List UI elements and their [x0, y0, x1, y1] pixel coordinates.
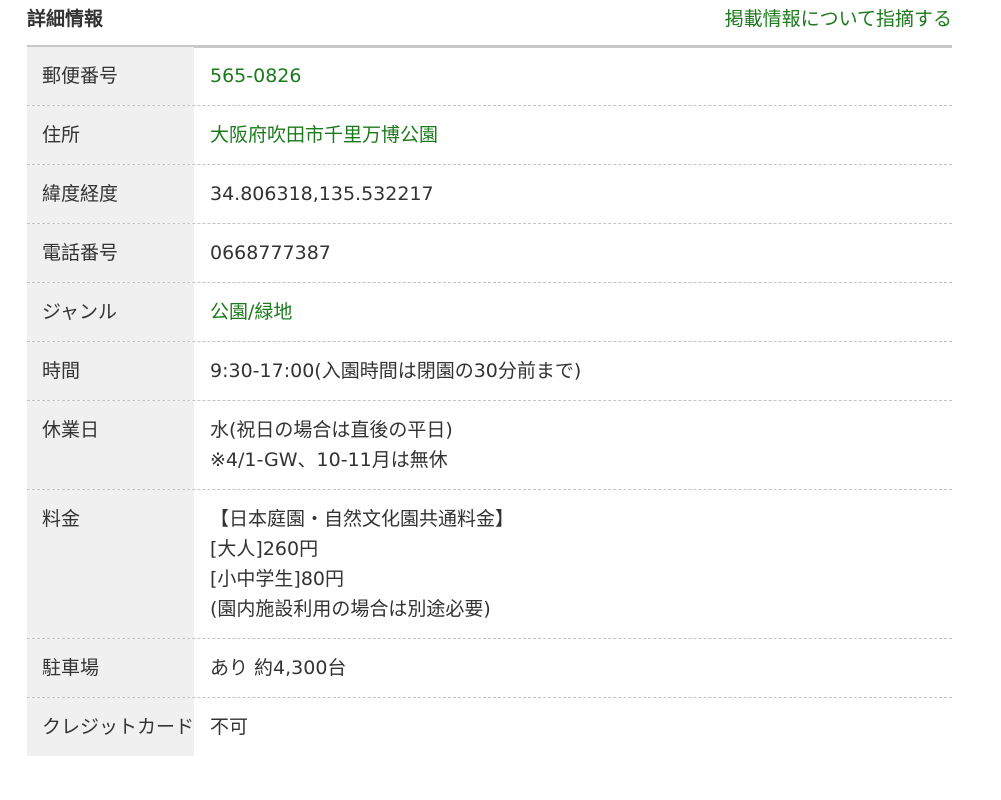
- fee-value: 【日本庭園・自然文化園共通料金】 [大人]260円 [小中学生]80円 (園内施…: [194, 490, 952, 638]
- row-address: 住所 大阪府吹田市千里万博公園: [27, 106, 952, 165]
- row-closed-days: 休業日 水(祝日の場合は直後の平日) ※4/1-GW、10-11月は無休: [27, 401, 952, 490]
- row-postal-code: 郵便番号 565-0826: [27, 47, 952, 106]
- label-genre: ジャンル: [27, 283, 194, 341]
- label-closed-days: 休業日: [27, 401, 194, 489]
- address-link[interactable]: 大阪府吹田市千里万博公園: [210, 124, 438, 146]
- fee-line: [大人]260円: [210, 538, 319, 560]
- label-address: 住所: [27, 106, 194, 164]
- genre-link[interactable]: 公園/緑地: [210, 301, 292, 323]
- fee-line: [小中学生]80円: [210, 568, 345, 590]
- fee-line: (園内施設利用の場合は別途必要): [210, 598, 491, 620]
- closed-days-line: 水(祝日の場合は直後の平日): [210, 419, 453, 441]
- label-parking: 駐車場: [27, 639, 194, 697]
- postal-code-link[interactable]: 565-0826: [210, 65, 301, 87]
- lat-lng-value: 34.806318,135.532217: [210, 183, 434, 205]
- row-parking: 駐車場 あり 約4,300台: [27, 639, 952, 698]
- credit-card-value: 不可: [210, 716, 249, 738]
- closed-days-value: 水(祝日の場合は直後の平日) ※4/1-GW、10-11月は無休: [194, 401, 952, 489]
- hours-value: 9:30-17:00(入園時間は閉園の30分前まで): [210, 360, 582, 382]
- row-hours: 時間 9:30-17:00(入園時間は閉園の30分前まで): [27, 342, 952, 401]
- label-fee: 料金: [27, 490, 194, 638]
- label-phone: 電話番号: [27, 224, 194, 282]
- row-phone: 電話番号 0668777387: [27, 224, 952, 283]
- row-fee: 料金 【日本庭園・自然文化園共通料金】 [大人]260円 [小中学生]80円 (…: [27, 490, 952, 639]
- parking-value: あり 約4,300台: [210, 657, 347, 679]
- row-genre: ジャンル 公園/緑地: [27, 283, 952, 342]
- row-lat-lng: 緯度経度 34.806318,135.532217: [27, 165, 952, 224]
- label-hours: 時間: [27, 342, 194, 400]
- label-postal-code: 郵便番号: [27, 47, 194, 105]
- details-table: 郵便番号 565-0826 住所 大阪府吹田市千里万博公園 緯度経度 34.80…: [27, 47, 952, 756]
- row-credit-card: クレジットカード 不可: [27, 698, 952, 756]
- details-title: 詳細情報: [27, 8, 104, 30]
- details-header: 詳細情報 掲載情報について指摘する: [27, 0, 952, 48]
- report-info-link[interactable]: 掲載情報について指摘する: [725, 6, 952, 32]
- label-lat-lng: 緯度経度: [27, 165, 194, 223]
- label-credit-card: クレジットカード: [27, 698, 194, 756]
- fee-line: 【日本庭園・自然文化園共通料金】: [210, 508, 515, 530]
- closed-days-line: ※4/1-GW、10-11月は無休: [210, 449, 448, 471]
- phone-value: 0668777387: [210, 242, 331, 264]
